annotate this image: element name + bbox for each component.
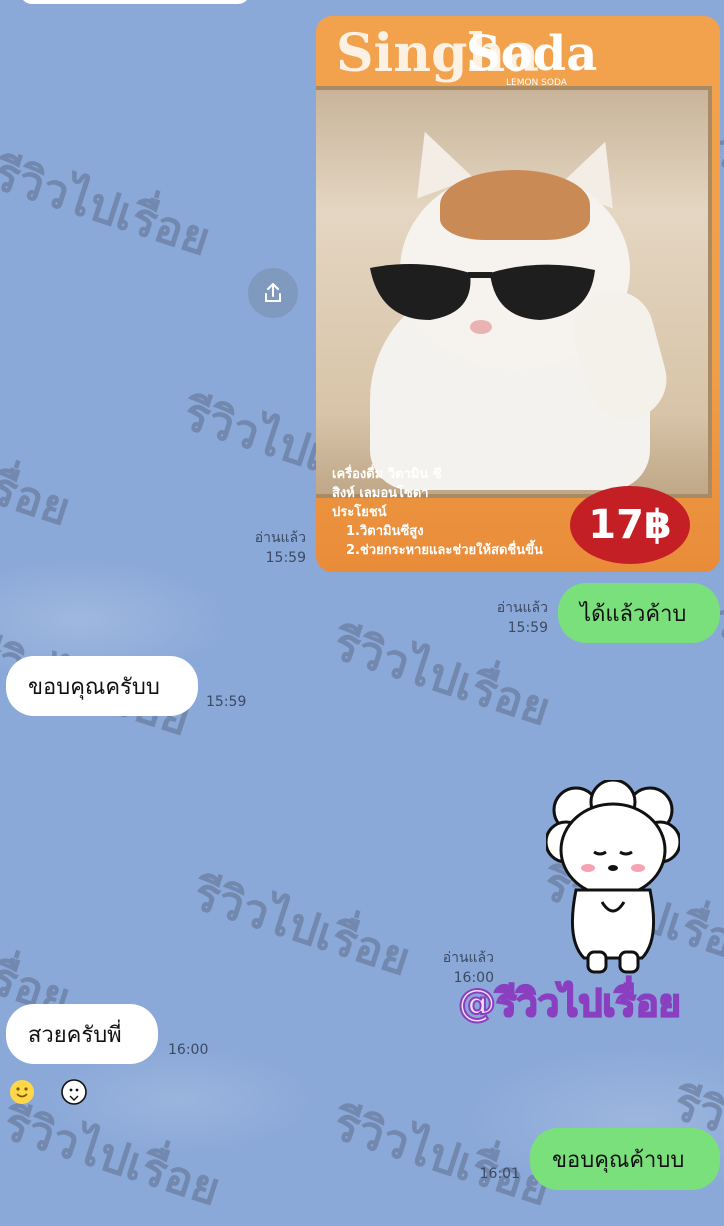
sunglasses-icon [370,264,595,320]
caption-line: 2.ช่วยกระหายและช่วยให้สดชื่นขึ้น [346,543,543,558]
soda-label: Soda [466,26,598,82]
read-label: อ่านแล้ว [496,600,548,616]
cat-nose [470,320,492,334]
sticker-reaction-button[interactable] [60,1078,88,1106]
message-meta: อ่านแล้ว 15:59 [497,598,548,638]
photo-caption: เครื่องดื่ม วิตามิน ซี สิงห์ เลมอนโซดา ป… [332,465,543,560]
caption-line: 1.วิตามินซีสูง [346,524,424,539]
message-time: 15:59 [265,550,306,566]
message-bubble-incoming[interactable]: ขอบคุณครับบ [6,656,198,716]
message-bubble-outgoing[interactable]: ขอบคุณค้าบบ [530,1128,720,1190]
message-bubble-incoming[interactable]: สวยครับพี่ [6,1004,158,1064]
caption-line: ประโยชน์ [332,505,387,520]
message-time: 15:59 [507,620,548,636]
cat-fur [440,170,590,240]
smile-emoji-button[interactable] [8,1078,36,1106]
caption-line: เครื่องดื่ม วิตามิน ซี [332,467,442,482]
read-label: อ่านแล้ว [442,950,494,966]
smile-emoji-icon [10,1080,34,1104]
price-badge: 17฿ [570,486,690,564]
bear-sticker[interactable] [546,780,680,976]
photo-message[interactable]: Singha Soda LEMON SODA เครื่องดื่ม วิตาม… [316,16,720,572]
message-bubble-outgoing[interactable]: ได้แล้วค้าบ [558,583,720,643]
message-time: 15:59 [206,694,247,710]
cardboard-box [316,86,712,498]
share-icon [265,283,281,302]
read-label: อ่านแล้ว [254,530,306,546]
sticker-caption: @รีวิวไปเรื่อย [457,980,682,1026]
message-bubble-partial[interactable] [20,0,250,4]
message-time: 16:01 [479,1166,520,1182]
caption-line: สิงห์ เลมอนโซดา [332,486,429,501]
photo-meta: อ่านแล้ว 15:59 [255,528,306,568]
share-button[interactable] [248,268,298,318]
bear-sticker-icon [61,1079,87,1105]
message-time: 16:00 [168,1042,209,1058]
